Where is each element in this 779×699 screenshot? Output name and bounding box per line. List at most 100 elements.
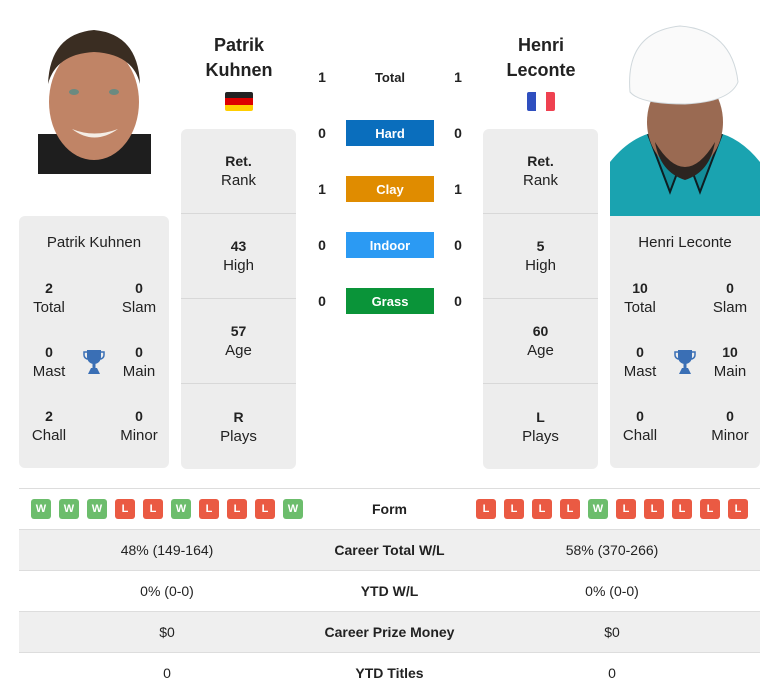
prize-money-row: $0 Career Prize Money $0 bbox=[19, 611, 760, 652]
player2-age: 60 Age bbox=[483, 299, 598, 384]
player2-titles-card: Henri Leconte 10 Total 0 Slam 0 Mast 10 Main… bbox=[610, 216, 760, 468]
player1-rank: Ret. Rank bbox=[181, 129, 296, 214]
player2-ytd-wl: 0% (0-0) bbox=[585, 583, 639, 599]
career-wl-row: 48% (149-164) Career Total W/L 58% (370-… bbox=[19, 529, 760, 570]
high-label: High bbox=[223, 257, 254, 274]
value: 0 bbox=[636, 408, 644, 424]
value: 0 bbox=[726, 280, 734, 296]
player2-form: LLLLWLLLLL bbox=[464, 499, 760, 519]
form-badge-win[interactable]: W bbox=[588, 499, 608, 519]
form-badge-loss[interactable]: L bbox=[700, 499, 720, 519]
player2-card-name[interactable]: Henri Leconte bbox=[610, 234, 760, 256]
h2h-player1-count: 0 bbox=[318, 293, 326, 309]
form-badge-loss[interactable]: L bbox=[255, 499, 275, 519]
titles-main: 10 Main bbox=[700, 342, 760, 382]
player1-card-name[interactable]: Patrik Kuhnen bbox=[19, 234, 169, 256]
player2-ytd-titles: 0 bbox=[608, 665, 616, 681]
age-value: 57 bbox=[230, 323, 247, 339]
form-badge-win[interactable]: W bbox=[87, 499, 107, 519]
age-value: 60 bbox=[532, 323, 549, 339]
form-badge-win[interactable]: W bbox=[283, 499, 303, 519]
form-badge-loss[interactable]: L bbox=[504, 499, 524, 519]
titles-total: 2 Total bbox=[19, 278, 79, 318]
high-value: 43 bbox=[230, 238, 247, 254]
label: Minor bbox=[711, 427, 749, 444]
titles-total: 10 Total bbox=[610, 278, 670, 318]
form-row: WWWLLWLLLW Form LLLLWLLLLL bbox=[19, 488, 760, 529]
titles-chall: 0 Chall bbox=[610, 406, 670, 446]
form-badge-loss[interactable]: L bbox=[532, 499, 552, 519]
player2-last-name: Leconte bbox=[506, 60, 576, 80]
france-flag-icon bbox=[527, 92, 555, 111]
value: 0 bbox=[135, 280, 143, 296]
player1-prize-money: $0 bbox=[159, 624, 175, 640]
form-badge-win[interactable]: W bbox=[31, 499, 51, 519]
form-badge-win[interactable]: W bbox=[59, 499, 79, 519]
player2-first-name: Henri bbox=[517, 35, 564, 55]
ytd-wl-label: YTD W/L bbox=[360, 583, 419, 599]
player1-ytd-titles: 0 bbox=[163, 665, 171, 681]
trophy-icon bbox=[79, 342, 109, 382]
value: 0 bbox=[135, 344, 143, 360]
h2h-player2-count: 1 bbox=[454, 181, 462, 197]
player2-plays: L Plays bbox=[483, 384, 598, 469]
player1-ytd-wl: 0% (0-0) bbox=[140, 583, 194, 599]
player1-name-heading[interactable]: Patrik Kuhnen bbox=[181, 33, 297, 83]
player1-photo bbox=[38, 24, 151, 174]
player1-last-name: Kuhnen bbox=[205, 60, 273, 80]
form-badge-loss[interactable]: L bbox=[616, 499, 636, 519]
titles-slam: 0 Slam bbox=[109, 278, 169, 318]
rank-label: Rank bbox=[220, 172, 257, 189]
high-label: High bbox=[525, 257, 556, 274]
surface-label-total: Total bbox=[374, 69, 406, 85]
titles-minor: 0 Minor bbox=[109, 406, 169, 446]
label: Chall bbox=[31, 427, 67, 444]
germany-flag-icon bbox=[225, 92, 253, 111]
h2h-row-total: 1 Total 1 bbox=[310, 64, 470, 90]
titles-mast: 0 Mast bbox=[19, 342, 79, 382]
plays-label: Plays bbox=[522, 427, 559, 445]
career-wl-label: Career Total W/L bbox=[334, 542, 445, 558]
form-badge-loss[interactable]: L bbox=[227, 499, 247, 519]
surface-label-clay: Clay bbox=[346, 176, 434, 202]
value: 0 bbox=[726, 408, 734, 424]
form-badge-loss[interactable]: L bbox=[143, 499, 163, 519]
label: Slam bbox=[121, 299, 157, 316]
trophy-icon bbox=[670, 342, 700, 382]
h2h-player1-count: 1 bbox=[318, 181, 326, 197]
age-label: Age bbox=[527, 342, 554, 359]
value: 2 bbox=[45, 408, 53, 424]
label: Total bbox=[624, 299, 656, 316]
form-badge-loss[interactable]: L bbox=[560, 499, 580, 519]
form-badge-loss[interactable]: L bbox=[199, 499, 219, 519]
form-badge-win[interactable]: W bbox=[171, 499, 191, 519]
player2-photo bbox=[610, 22, 760, 216]
label: Main bbox=[122, 363, 156, 380]
titles-chall: 2 Chall bbox=[19, 406, 79, 446]
player1-titles-card: Patrik Kuhnen 2 Total 0 Slam 0 Mast 0 Main 2… bbox=[19, 216, 169, 468]
form-badge-loss[interactable]: L bbox=[644, 499, 664, 519]
form-badge-loss[interactable]: L bbox=[672, 499, 692, 519]
form-badge-loss[interactable]: L bbox=[476, 499, 496, 519]
value: 0 bbox=[135, 408, 143, 424]
rank-value: Ret. bbox=[225, 153, 252, 169]
plays-value: L bbox=[536, 408, 545, 425]
player2-high: 5 High bbox=[483, 214, 598, 299]
label: Mast bbox=[32, 363, 66, 380]
form-badge-loss[interactable]: L bbox=[115, 499, 135, 519]
h2h-player2-count: 0 bbox=[454, 237, 462, 253]
player2-name-heading[interactable]: Henri Leconte bbox=[483, 33, 599, 83]
h2h-row-clay: 1 Clay 1 bbox=[310, 176, 470, 202]
rank-label: Rank bbox=[522, 172, 559, 189]
label: Main bbox=[713, 363, 747, 380]
player1-plays: R Plays bbox=[181, 384, 296, 469]
ytd-wl-row: 0% (0-0) YTD W/L 0% (0-0) bbox=[19, 570, 760, 611]
label: Slam bbox=[712, 299, 748, 316]
h2h-player2-count: 0 bbox=[454, 293, 462, 309]
player2-prize-money: $0 bbox=[604, 624, 620, 640]
form-label: Form bbox=[372, 501, 407, 517]
plays-label: Plays bbox=[220, 427, 257, 445]
label: Minor bbox=[120, 427, 158, 444]
form-badge-loss[interactable]: L bbox=[728, 499, 748, 519]
player1-career-wl: 48% (149-164) bbox=[120, 542, 214, 558]
